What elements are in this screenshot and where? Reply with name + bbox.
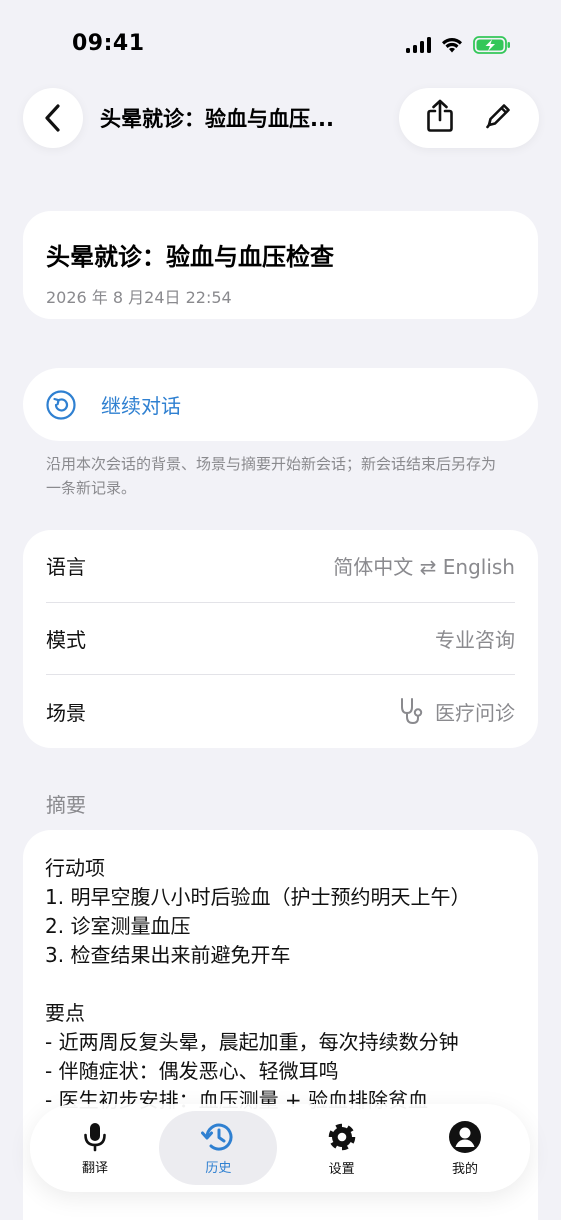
tab-label: 我的 bbox=[451, 1161, 478, 1177]
tab-translate[interactable]: 翻译 bbox=[36, 1111, 154, 1185]
record-date: 2026 年 8 月24日 22:54 bbox=[46, 288, 232, 307]
row-label: 模式 bbox=[46, 627, 86, 652]
continue-conversation-button[interactable]: 继续对话 bbox=[23, 368, 538, 441]
settings-row-scene[interactable]: 场景 医疗问诊 bbox=[46, 675, 515, 748]
person-icon bbox=[448, 1120, 481, 1153]
summary-spacer bbox=[45, 970, 516, 999]
status-bar: 09:41 bbox=[0, 0, 561, 80]
tab-label: 设置 bbox=[328, 1161, 355, 1177]
tab-settings[interactable]: 设置 bbox=[283, 1111, 401, 1185]
battery-charging-icon bbox=[473, 36, 510, 54]
settings-row-mode[interactable]: 模式 专业咨询 bbox=[46, 603, 515, 676]
action-item: 2. 诊室测量血压 bbox=[45, 914, 191, 938]
share-icon bbox=[427, 99, 453, 132]
tab-profile[interactable]: 我的 bbox=[406, 1111, 524, 1185]
pencil-icon bbox=[486, 104, 510, 129]
tab-label: 翻译 bbox=[81, 1160, 108, 1176]
row-value: 简体中文 ⇄ English bbox=[333, 555, 515, 580]
tab-history[interactable]: 历史 bbox=[159, 1111, 278, 1185]
continue-note: 沿用本次会话的背景、场景与摘要开始新会话；新会话结束后另存为一条新记录。 bbox=[46, 455, 497, 497]
settings-row-language[interactable]: 语言 简体中文 ⇄ English bbox=[46, 530, 515, 603]
tab-label: 历史 bbox=[205, 1160, 232, 1176]
chevron-left-icon bbox=[45, 104, 60, 132]
microphone-icon bbox=[84, 1122, 106, 1151]
record-title: 头晕就诊：验血与血压检查 bbox=[46, 243, 334, 271]
share-button[interactable] bbox=[425, 99, 455, 137]
row-value: 医疗问诊 bbox=[435, 700, 515, 725]
cellular-signal-icon bbox=[406, 37, 431, 53]
action-item: 1. 明早空腹八小时后验血（护士预约明天上午） bbox=[45, 885, 471, 909]
back-button[interactable] bbox=[23, 88, 83, 148]
edit-button[interactable] bbox=[483, 101, 513, 135]
key-point: - 近两周反复头晕，晨起加重，每次持续数分钟 bbox=[45, 1030, 459, 1054]
history-icon bbox=[201, 1123, 233, 1151]
nav-title: 头晕就诊：验血与血压... bbox=[100, 107, 334, 131]
row-value-container: 医疗问诊 bbox=[397, 696, 515, 726]
gear-icon bbox=[328, 1123, 355, 1150]
row-value: 专业咨询 bbox=[435, 627, 515, 652]
wifi-icon bbox=[442, 37, 462, 53]
key-point: - 伴随症状：偶发恶心、轻微耳鸣 bbox=[45, 1059, 339, 1083]
row-label: 语言 bbox=[46, 555, 86, 580]
session-settings-card: 语言 简体中文 ⇄ English 模式 专业咨询 场景 医疗问诊 bbox=[23, 530, 538, 748]
action-items-title: 行动项 bbox=[45, 856, 105, 880]
continue-arrow-icon bbox=[46, 389, 76, 420]
header-actions bbox=[399, 88, 539, 148]
status-icons bbox=[406, 36, 511, 54]
status-time: 09:41 bbox=[72, 31, 145, 56]
action-item: 3. 检查结果出来前避免开车 bbox=[45, 943, 291, 967]
key-points-title: 要点 bbox=[45, 1001, 85, 1025]
row-label: 场景 bbox=[46, 700, 86, 725]
summary-section-title: 摘要 bbox=[46, 793, 86, 817]
continue-label: 继续对话 bbox=[101, 394, 181, 418]
stethoscope-icon bbox=[401, 698, 423, 725]
tab-bar: 翻译 历史 设置 我的 bbox=[30, 1104, 530, 1192]
record-header-card: 头晕就诊：验血与血压检查 2026 年 8 月24日 22:54 bbox=[23, 211, 538, 319]
